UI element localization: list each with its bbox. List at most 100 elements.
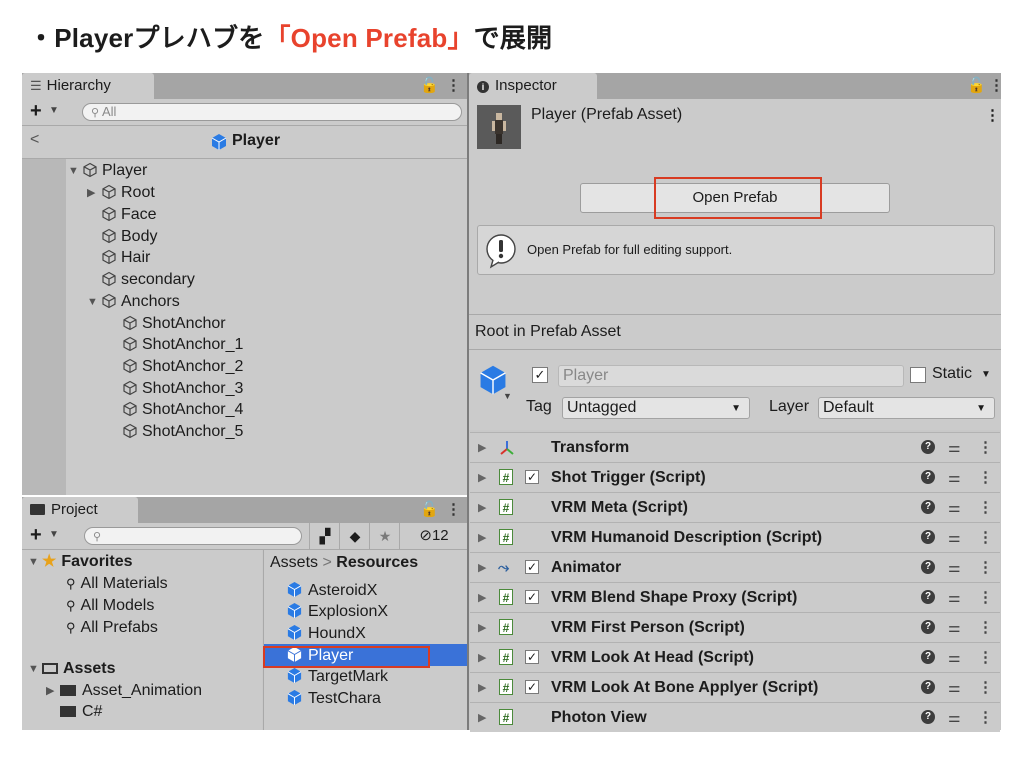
preset-sliders-icon[interactable]: ⚌: [948, 679, 961, 696]
collapsed-triangle-icon[interactable]: ▶: [478, 681, 486, 694]
project-search-input[interactable]: ⚲: [84, 527, 302, 545]
tree-item-shotanchor[interactable]: ShotAnchor: [122, 313, 226, 334]
asset-item[interactable]: HoundX: [286, 623, 366, 644]
collapsed-triangle-icon[interactable]: ▶: [478, 561, 486, 574]
tree-item-shotanchor-1[interactable]: ShotAnchor_1: [122, 334, 243, 355]
create-plus-icon[interactable]: +: [30, 524, 42, 547]
kebab-menu-icon[interactable]: ⋮: [978, 498, 993, 516]
collapsed-triangle-icon[interactable]: ▶: [478, 591, 486, 604]
tree-item-shotanchor-2[interactable]: ShotAnchor_2: [122, 356, 243, 377]
tree-item-secondary[interactable]: secondary: [101, 269, 195, 290]
asset-item[interactable]: AsteroidX: [286, 580, 377, 601]
favorite-all-models[interactable]: ⚲ All Models: [66, 595, 154, 616]
tag-dropdown[interactable]: Untagged ▼: [562, 397, 750, 419]
collapsed-triangle-icon[interactable]: ▶: [478, 651, 486, 664]
tree-item-hair[interactable]: Hair: [101, 247, 150, 268]
assets-header[interactable]: ▼ Assets: [28, 658, 115, 679]
object-name-field[interactable]: Player: [558, 365, 904, 387]
tree-item-body[interactable]: Body: [101, 226, 157, 247]
expand-triangle-icon[interactable]: ▼: [28, 552, 42, 573]
kebab-menu-icon[interactable]: ⋮: [978, 708, 993, 726]
collapsed-triangle-icon[interactable]: ▶: [478, 501, 486, 514]
preset-sliders-icon[interactable]: ⚌: [948, 559, 961, 576]
favorite-all-prefabs[interactable]: ⚲ All Prefabs: [66, 617, 158, 638]
tree-item-face[interactable]: Face: [101, 204, 157, 225]
collapsed-triangle-icon[interactable]: ▶: [478, 441, 486, 454]
help-icon[interactable]: ?: [921, 470, 935, 484]
help-icon[interactable]: ?: [921, 710, 935, 724]
collapsed-triangle-icon[interactable]: ▶: [478, 471, 486, 484]
component-enabled-checkbox[interactable]: ✓: [525, 650, 539, 664]
help-icon[interactable]: ?: [921, 560, 935, 574]
help-icon[interactable]: ?: [921, 680, 935, 694]
component-enabled-checkbox[interactable]: ✓: [525, 590, 539, 604]
kebab-menu-icon[interactable]: ⋮: [446, 500, 461, 518]
component-row[interactable]: ▶ # VRM First Person (Script)? ⚌ ⋮: [470, 612, 1000, 642]
kebab-menu-icon[interactable]: ⋮: [985, 106, 1000, 124]
chevron-down-icon[interactable]: ▼: [981, 369, 991, 380]
search-by-type-icon[interactable]: ▞: [309, 523, 340, 549]
asset-item[interactable]: ExplosionX: [286, 601, 388, 622]
component-row[interactable]: ▶ # ✓ Shot Trigger (Script)? ⚌ ⋮: [470, 462, 1000, 492]
collapsed-triangle-icon[interactable]: ▶: [87, 183, 101, 204]
tab-project[interactable]: Project: [22, 497, 138, 523]
tree-item-anchors[interactable]: ▼ Anchors: [87, 291, 180, 312]
help-icon[interactable]: ?: [921, 530, 935, 544]
asset-item[interactable]: TestChara: [286, 688, 381, 709]
lock-icon[interactable]: 🔓: [420, 500, 439, 518]
preset-sliders-icon[interactable]: ⚌: [948, 589, 961, 606]
kebab-menu-icon[interactable]: ⋮: [446, 76, 461, 94]
component-enabled-checkbox[interactable]: ✓: [525, 560, 539, 574]
breadcrumb-resources[interactable]: Resources: [336, 554, 418, 571]
tree-item-shotanchor-5[interactable]: ShotAnchor_5: [122, 421, 243, 442]
preset-sliders-icon[interactable]: ⚌: [948, 529, 961, 546]
preset-sliders-icon[interactable]: ⚌: [948, 499, 961, 516]
expand-triangle-icon[interactable]: ▼: [68, 161, 82, 182]
component-row[interactable]: ▶ # ✓ VRM Look At Bone Applyer (Script)? ⚌ ⋮: [470, 672, 1000, 702]
component-enabled-checkbox[interactable]: ✓: [525, 680, 539, 694]
component-enabled-checkbox[interactable]: ✓: [525, 470, 539, 484]
create-plus-icon[interactable]: +: [30, 100, 42, 123]
lock-icon[interactable]: 🔓: [967, 76, 986, 94]
preset-sliders-icon[interactable]: ⚌: [948, 439, 961, 456]
kebab-menu-icon[interactable]: ⋮: [989, 76, 1004, 94]
tab-inspector[interactable]: i Inspector: [469, 73, 597, 99]
chevron-down-icon[interactable]: ▼: [503, 391, 512, 401]
kebab-menu-icon[interactable]: ⋮: [978, 618, 993, 636]
back-button[interactable]: <: [30, 131, 39, 149]
kebab-menu-icon[interactable]: ⋮: [978, 438, 993, 456]
help-icon[interactable]: ?: [921, 650, 935, 664]
active-checkbox[interactable]: ✓: [532, 367, 548, 383]
tree-item-shotanchor-3[interactable]: ShotAnchor_3: [122, 378, 243, 399]
tree-item-player[interactable]: ▼ Player: [68, 160, 147, 181]
static-checkbox[interactable]: [910, 367, 926, 383]
component-row[interactable]: ▶ # Photon View? ⚌ ⋮: [470, 702, 1000, 732]
breadcrumb-assets[interactable]: Assets: [270, 554, 318, 571]
star-icon[interactable]: ★: [369, 523, 400, 549]
hierarchy-search-input[interactable]: ⚲ All: [82, 103, 462, 121]
collapsed-triangle-icon[interactable]: ▶: [478, 621, 486, 634]
kebab-menu-icon[interactable]: ⋮: [978, 588, 993, 606]
component-row[interactable]: ▶ Transform? ⚌ ⋮: [470, 432, 1000, 462]
component-row[interactable]: ▶ ⤳ ✓ Animator? ⚌ ⋮: [470, 552, 1000, 582]
static-label[interactable]: Static: [932, 365, 972, 383]
preset-sliders-icon[interactable]: ⚌: [948, 469, 961, 486]
favorite-all-materials[interactable]: ⚲ All Materials: [66, 573, 168, 594]
expand-triangle-icon[interactable]: ▼: [87, 292, 101, 313]
kebab-menu-icon[interactable]: ⋮: [978, 648, 993, 666]
collapsed-triangle-icon[interactable]: ▶: [478, 711, 486, 724]
lock-icon[interactable]: 🔓: [420, 76, 439, 94]
chevron-down-icon[interactable]: ▼: [49, 105, 59, 116]
chevron-down-icon[interactable]: ▼: [49, 529, 59, 540]
kebab-menu-icon[interactable]: ⋮: [978, 558, 993, 576]
tree-item-shotanchor-4[interactable]: ShotAnchor_4: [122, 399, 243, 420]
help-icon[interactable]: ?: [921, 500, 935, 514]
tab-hierarchy[interactable]: ☰ Hierarchy: [22, 73, 154, 99]
component-row[interactable]: ▶ # ✓ VRM Blend Shape Proxy (Script)? ⚌ ⋮: [470, 582, 1000, 612]
kebab-menu-icon[interactable]: ⋮: [978, 678, 993, 696]
asset-item[interactable]: TargetMark: [286, 666, 388, 687]
component-row[interactable]: ▶ # VRM Meta (Script)? ⚌ ⋮: [470, 492, 1000, 522]
kebab-menu-icon[interactable]: ⋮: [978, 528, 993, 546]
tree-item-root[interactable]: ▶ Root: [87, 182, 155, 203]
help-icon[interactable]: ?: [921, 440, 935, 454]
